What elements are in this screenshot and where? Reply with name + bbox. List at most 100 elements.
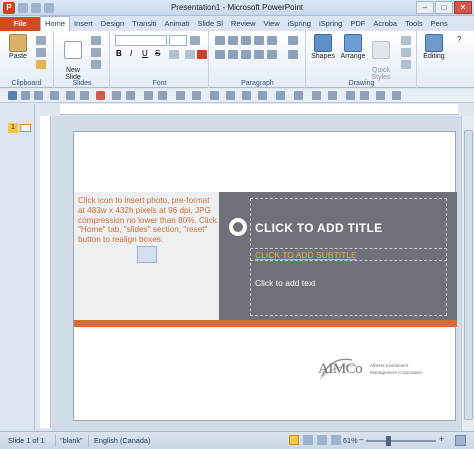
tab-file[interactable]: File bbox=[0, 17, 40, 31]
tab-insert[interactable]: Insert bbox=[70, 17, 97, 31]
zoom-level[interactable]: 61% bbox=[343, 436, 358, 445]
font-name-box[interactable] bbox=[115, 35, 167, 46]
normal-view-icon[interactable] bbox=[289, 435, 299, 445]
print-icon[interactable] bbox=[50, 91, 59, 100]
align-center-icon[interactable] bbox=[228, 50, 238, 59]
toolbar-icon-6[interactable] bbox=[80, 91, 89, 100]
zoom-slider[interactable] bbox=[366, 440, 436, 442]
tab-pdf[interactable]: PDF bbox=[346, 17, 369, 31]
zoom-in-icon[interactable]: + bbox=[439, 434, 444, 444]
minimize-button[interactable]: – bbox=[416, 1, 434, 14]
toolbar-icon-19[interactable] bbox=[294, 91, 303, 100]
tab-ispring-1[interactable]: iSpring bbox=[284, 17, 315, 31]
columns-icon[interactable] bbox=[267, 50, 277, 59]
toolbar-icon-8[interactable] bbox=[112, 91, 121, 100]
slideshow-icon[interactable] bbox=[331, 435, 341, 445]
tab-acrobat[interactable]: Acroba bbox=[369, 17, 401, 31]
increase-indent-icon[interactable] bbox=[254, 36, 264, 45]
bold-icon[interactable]: B bbox=[116, 49, 122, 58]
toolbar-icon-12[interactable] bbox=[176, 91, 185, 100]
align-right-icon[interactable] bbox=[241, 50, 251, 59]
toolbar-icon-15[interactable] bbox=[226, 91, 235, 100]
slide-title-placeholder[interactable]: CLICK TO ADD TITLE bbox=[255, 221, 382, 235]
toolbar-icon-16[interactable] bbox=[242, 91, 251, 100]
tab-review[interactable]: Review bbox=[227, 17, 260, 31]
toolbar-icon-18[interactable] bbox=[276, 91, 285, 100]
font-size-box[interactable] bbox=[169, 35, 187, 46]
decrease-indent-icon[interactable] bbox=[241, 36, 251, 45]
strikethrough-icon[interactable]: S bbox=[155, 49, 160, 58]
shape-outline-icon[interactable] bbox=[401, 48, 411, 57]
toolbar-icon-22[interactable] bbox=[346, 91, 355, 100]
toolbar-overflow-icon[interactable] bbox=[392, 91, 401, 100]
reading-view-icon[interactable] bbox=[317, 435, 327, 445]
vertical-scrollbar[interactable] bbox=[461, 116, 474, 431]
shapes-button[interactable]: Shapes bbox=[309, 34, 337, 60]
slide-subtitle-placeholder[interactable]: CLICK TO ADD SUBTITLE bbox=[255, 250, 357, 260]
close-button[interactable]: ✕ bbox=[454, 1, 472, 14]
character-spacing-icon[interactable] bbox=[169, 50, 179, 59]
toolbar-icon-10[interactable] bbox=[144, 91, 153, 100]
symbol-icon[interactable] bbox=[210, 91, 219, 100]
tab-home[interactable]: Home bbox=[40, 16, 71, 31]
toolbar-icon-3[interactable] bbox=[34, 91, 43, 100]
tab-transitions[interactable]: Transiti bbox=[128, 17, 160, 31]
copy-icon[interactable] bbox=[36, 48, 46, 57]
maximize-button[interactable]: □ bbox=[435, 1, 453, 14]
toolbar-icon-20[interactable] bbox=[312, 91, 321, 100]
help-icon[interactable]: ? bbox=[457, 35, 467, 45]
reset-icon[interactable] bbox=[91, 48, 101, 57]
zoom-slider-knob[interactable] bbox=[386, 436, 391, 446]
layout-icon[interactable] bbox=[91, 36, 101, 45]
tab-animations[interactable]: Animati bbox=[160, 17, 193, 31]
theme-name[interactable]: "blank" bbox=[60, 436, 83, 445]
text-direction-icon[interactable] bbox=[288, 36, 298, 45]
editing-button[interactable]: Editing bbox=[420, 34, 448, 60]
arrange-button[interactable]: Arrange bbox=[339, 34, 367, 60]
toolbar-icon-21[interactable] bbox=[328, 91, 337, 100]
toolbar-icon-23[interactable] bbox=[360, 91, 369, 100]
toolbar-icon-5[interactable] bbox=[66, 91, 75, 100]
language-indicator[interactable]: English (Canada) bbox=[94, 436, 150, 445]
grow-font-icon[interactable] bbox=[190, 36, 200, 45]
toolbar-icon-7[interactable] bbox=[96, 91, 105, 100]
scrollbar-thumb[interactable] bbox=[464, 130, 473, 420]
line-spacing-icon[interactable] bbox=[267, 36, 277, 45]
tab-ispring-2[interactable]: iSpring bbox=[315, 17, 346, 31]
toolbar-icon-11[interactable] bbox=[158, 91, 167, 100]
align-text-icon[interactable] bbox=[288, 50, 298, 59]
tab-pens[interactable]: Pens bbox=[427, 17, 452, 31]
toolbar-icon-2[interactable] bbox=[21, 91, 30, 100]
justify-icon[interactable] bbox=[254, 50, 264, 59]
toolbar-icon-24[interactable] bbox=[376, 91, 385, 100]
quick-styles-button[interactable]: Quick Styles bbox=[367, 34, 395, 81]
zoom-out-icon[interactable]: – bbox=[359, 435, 363, 444]
tab-tools[interactable]: Tools bbox=[401, 17, 427, 31]
font-color-icon[interactable] bbox=[197, 50, 207, 59]
align-left-icon[interactable] bbox=[215, 50, 225, 59]
toolbar-icon-17[interactable] bbox=[258, 91, 267, 100]
bullets-icon[interactable] bbox=[215, 36, 225, 45]
section-icon[interactable] bbox=[91, 60, 101, 69]
slide-text-placeholder[interactable]: Click to add text bbox=[255, 278, 315, 288]
shape-effects-icon[interactable] bbox=[401, 60, 411, 69]
save-icon[interactable] bbox=[8, 91, 17, 100]
format-painter-icon[interactable] bbox=[36, 60, 46, 69]
tab-design[interactable]: Design bbox=[97, 17, 128, 31]
paste-button[interactable]: Paste bbox=[4, 34, 32, 60]
toolbar-icon-13[interactable] bbox=[192, 91, 201, 100]
fit-to-window-icon[interactable] bbox=[455, 435, 466, 446]
insert-picture-icon[interactable] bbox=[137, 246, 157, 263]
tab-view[interactable]: View bbox=[260, 17, 284, 31]
numbering-icon[interactable] bbox=[228, 36, 238, 45]
shape-fill-icon[interactable] bbox=[401, 36, 411, 45]
slide-thumbnail[interactable] bbox=[20, 124, 31, 132]
change-case-icon[interactable] bbox=[185, 50, 195, 59]
underline-icon[interactable]: U bbox=[142, 49, 148, 58]
cut-icon[interactable] bbox=[36, 36, 46, 45]
toolbar-icon-9[interactable] bbox=[126, 91, 135, 100]
tab-slide-show[interactable]: Slide Sl bbox=[193, 17, 226, 31]
slide-sorter-icon[interactable] bbox=[303, 435, 313, 445]
italic-icon[interactable]: I bbox=[130, 49, 132, 58]
new-slide-button[interactable]: New Slide bbox=[59, 34, 87, 81]
